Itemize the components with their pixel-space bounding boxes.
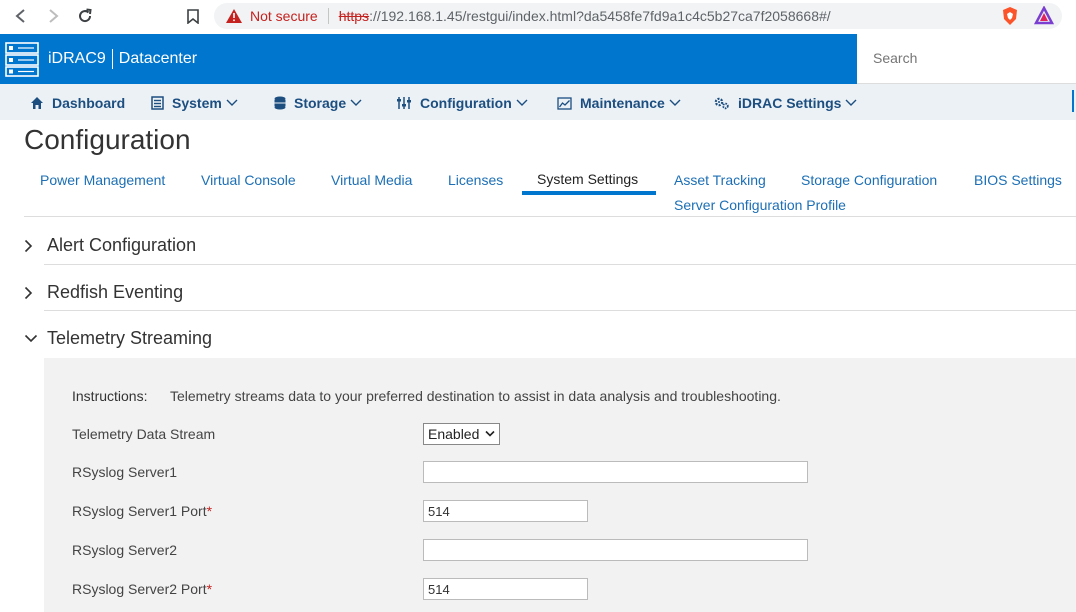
tab-virtual-media[interactable]: Virtual Media	[331, 172, 412, 188]
tab-system-settings[interactable]: System Settings	[537, 171, 638, 187]
required-marker: *	[206, 581, 213, 597]
nav-label: iDRAC Settings	[738, 95, 842, 111]
rsyslog-server2-port-input[interactable]	[423, 578, 588, 600]
chevron-right-icon	[24, 286, 44, 300]
section-title: Redfish Eventing	[47, 282, 184, 302]
rsyslog-server1-label: RSyslog Server1	[72, 464, 178, 480]
forward-icon[interactable]	[42, 5, 64, 27]
brand-name: iDRAC9	[48, 50, 106, 67]
warning-icon	[226, 9, 242, 23]
label-text: RSyslog Server2 Port	[72, 581, 207, 597]
tab-power-management[interactable]: Power Management	[40, 172, 165, 188]
rsyslog-server1-port-label: RSyslog Server1 Port*	[72, 503, 212, 519]
database-icon	[274, 96, 286, 110]
nav-label: Storage	[294, 95, 347, 111]
browser-toolbar: Not secure https ://192.168.1.45/restgui…	[0, 0, 1076, 34]
section-title: Telemetry Streaming	[47, 328, 213, 348]
scroll-indicator	[1072, 90, 1074, 112]
home-icon	[31, 97, 43, 109]
app-header: iDRAC9 Datacenter	[0, 34, 857, 84]
tab-bios-settings[interactable]: BIOS Settings	[974, 172, 1062, 188]
not-secure-label[interactable]: Not secure	[250, 8, 318, 24]
back-icon[interactable]	[10, 5, 32, 27]
nav-dashboard[interactable]: Dashboard	[30, 95, 125, 111]
nav-configuration[interactable]: Configuration	[396, 95, 528, 111]
brave-rewards-icon[interactable]	[1033, 5, 1055, 26]
telemetry-stream-select[interactable]: Enabled	[423, 423, 500, 445]
rsyslog-server1-port-input[interactable]	[423, 500, 588, 522]
tab-server-configuration-profile[interactable]: Server Configuration Profile	[674, 197, 846, 213]
tab-virtual-console[interactable]: Virtual Console	[201, 172, 296, 188]
nav-label: System	[172, 95, 222, 111]
address-bar[interactable]: Not secure https ://192.168.1.45/restgui…	[214, 3, 1062, 29]
divider	[44, 310, 1076, 311]
section-telemetry-streaming[interactable]: Telemetry Streaming	[24, 328, 1076, 349]
required-marker: *	[206, 503, 213, 519]
sliders-icon	[397, 97, 411, 109]
nav-idrac-settings[interactable]: iDRAC Settings	[714, 95, 857, 111]
select-value: Enabled	[428, 426, 480, 442]
chevron-down-icon	[845, 99, 857, 106]
nav-system[interactable]: System	[151, 95, 238, 111]
instructions-label: Instructions:	[72, 388, 148, 404]
search-input[interactable]	[857, 34, 1057, 82]
chevron-down-icon	[669, 99, 681, 106]
chevron-right-icon	[24, 239, 44, 253]
brand-title: iDRAC9 Datacenter	[48, 49, 197, 69]
section-alert-configuration[interactable]: Alert Configuration	[24, 235, 1076, 256]
chevron-down-icon	[226, 99, 238, 106]
divider	[327, 8, 329, 24]
nav-maintenance[interactable]: Maintenance	[557, 95, 681, 111]
search-box	[857, 34, 1076, 84]
instructions-text: Telemetry streams data to your preferred…	[170, 388, 781, 404]
chart-icon	[557, 96, 572, 110]
telemetry-stream-label: Telemetry Data Stream	[72, 426, 216, 442]
nav-label: Maintenance	[580, 95, 665, 111]
reload-icon[interactable]	[74, 5, 96, 27]
idrac-logo-icon	[4, 40, 42, 78]
tab-licenses[interactable]: Licenses	[448, 172, 503, 188]
divider	[111, 49, 113, 69]
rsyslog-server2-input[interactable]	[423, 539, 808, 561]
page-title: Configuration	[24, 124, 191, 155]
divider	[44, 264, 1076, 265]
bookmark-icon[interactable]	[182, 5, 204, 27]
rsyslog-server2-label: RSyslog Server2	[72, 542, 178, 558]
section-redfish-eventing[interactable]: Redfish Eventing	[24, 282, 1076, 303]
url-path: ://192.168.1.45/restgui/index.html?da545…	[369, 8, 831, 24]
chevron-down-icon	[516, 99, 528, 106]
nav-label: Dashboard	[52, 95, 126, 111]
active-tab-indicator	[522, 191, 656, 195]
url-scheme: https	[338, 8, 370, 24]
divider	[24, 216, 1076, 217]
chevron-down-icon	[350, 99, 362, 106]
brave-shield-icon[interactable]	[1000, 6, 1020, 26]
tab-storage-configuration[interactable]: Storage Configuration	[801, 172, 937, 188]
section-title: Alert Configuration	[47, 235, 197, 255]
rsyslog-server2-port-label: RSyslog Server2 Port*	[72, 581, 212, 597]
nav-label: Configuration	[420, 95, 512, 111]
nav-storage[interactable]: Storage	[274, 95, 362, 111]
gears-icon	[714, 97, 729, 110]
server-icon	[151, 96, 164, 110]
label-text: RSyslog Server1 Port	[72, 503, 207, 519]
tab-asset-tracking[interactable]: Asset Tracking	[674, 172, 766, 188]
rsyslog-server1-input[interactable]	[423, 461, 808, 483]
edition-name: Datacenter	[118, 50, 198, 67]
chevron-down-icon	[485, 430, 495, 437]
chevron-down-icon	[24, 334, 44, 343]
